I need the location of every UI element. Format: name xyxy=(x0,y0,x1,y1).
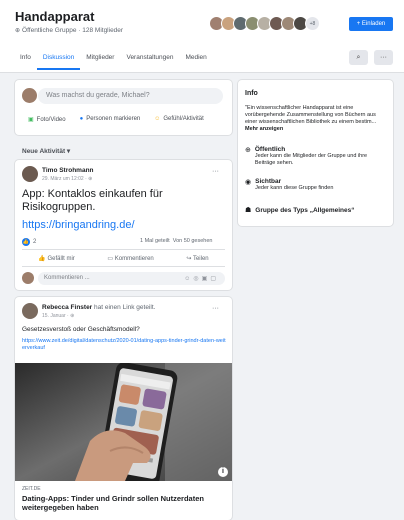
composer-input[interactable]: Was machst du gerade, Michael? xyxy=(38,88,223,104)
post-header-line: Rebecca Finster hat einen Link geteilt. xyxy=(42,304,155,311)
like-button[interactable]: 👍 Gefällt mir xyxy=(38,255,74,262)
tab-diskussion[interactable]: Diskussion xyxy=(36,52,81,70)
people-icon: ● xyxy=(79,116,84,122)
post-options-icon[interactable]: ··· xyxy=(212,168,219,175)
author-avatar[interactable] xyxy=(22,303,38,319)
info-icon[interactable]: i xyxy=(218,467,228,477)
comment-label: Kommentieren xyxy=(114,256,154,262)
group-header: Handapparat ⊕ Öffentliche Gruppe · 128 M… xyxy=(0,0,404,73)
link-headline[interactable]: Dating-Apps: Tinder und Grindr sollen Nu… xyxy=(22,494,227,512)
composer-actions: ▣ Foto/Video ● Personen markieren ☺ Gefühl/… xyxy=(28,116,204,123)
tab-info[interactable]: Info xyxy=(14,52,37,70)
comment-placeholder: Kommentieren ... xyxy=(44,275,90,281)
post-timestamp[interactable]: 29. März um 12:02 · ⊕ xyxy=(42,176,92,182)
avatar xyxy=(22,88,37,103)
info-item-title: Gruppe des Typs „Allgemeines“ xyxy=(255,206,355,214)
group-title: Handapparat xyxy=(15,9,95,24)
photo-icon: ▣ xyxy=(28,117,34,123)
author-avatar[interactable] xyxy=(22,166,38,182)
reaction-count[interactable]: 👍 2 xyxy=(22,238,36,246)
info-item-type: ☗ Gruppe des Typs „Allgemeines“ xyxy=(245,206,355,215)
post-text: Gesetzesverstoß oder Geschäftsmodell? xyxy=(22,326,140,333)
invite-button[interactable]: + Einladen xyxy=(349,17,393,31)
info-heading: Info xyxy=(245,90,258,97)
feeling-button[interactable]: ☺ Gefühl/Aktivität xyxy=(154,116,204,123)
share-button[interactable]: ↪ Teilen xyxy=(186,255,208,262)
photo-video-label: Foto/Video xyxy=(36,117,66,123)
comment-input[interactable]: Kommentieren ... ☺◎▣▢ xyxy=(38,272,225,285)
feeling-label: Gefühl/Aktivität xyxy=(163,116,204,122)
post-options-icon[interactable]: ··· xyxy=(212,305,219,312)
post-text: App: Kontaklos einkaufen für Risikogrupp… xyxy=(22,188,163,213)
divider xyxy=(22,249,225,250)
group-icon: ☗ xyxy=(245,207,252,214)
show-more-link[interactable]: Mehr anzeigen xyxy=(245,126,283,132)
group-subtitle-text: Öffentliche Gruppe · 128 Mitglieder xyxy=(22,27,124,34)
post-link[interactable]: https://www.zeit.de/digital/datenschutz/… xyxy=(22,338,227,352)
group-subtitle: ⊕ Öffentliche Gruppe · 128 Mitglieder xyxy=(15,27,123,34)
info-item-visible: ◉ Sichtbar Jeder kann diese Gruppe finde… xyxy=(245,178,387,192)
like-label: Gefällt mir xyxy=(47,256,75,262)
tag-people-button[interactable]: ● Personen markieren xyxy=(80,116,141,123)
info-item-public: ⊕ Öffentlich Jeder kann die Mitglieder d… xyxy=(245,146,387,167)
search-icon: ⌕ xyxy=(356,53,361,61)
globe-icon: ⊕ xyxy=(245,147,251,154)
info-description: "Ein wissenschaftlicher Handapparat ist … xyxy=(245,105,387,133)
more-icon: ··· xyxy=(380,54,387,61)
like-reaction-icon: 👍 xyxy=(22,238,30,246)
tab-veranstaltungen[interactable]: Veranstaltungen xyxy=(120,52,179,70)
post-link[interactable]: https://bringandring.de/ xyxy=(22,219,135,231)
speech-bubble-icon: ▭ xyxy=(107,256,115,262)
share-label: Teilen xyxy=(192,256,209,262)
photo-video-button[interactable]: ▣ Foto/Video xyxy=(28,116,66,123)
tag-people-label: Personen markieren xyxy=(86,116,141,122)
info-item-desc: Jeder kann diese Gruppe finden xyxy=(255,185,334,191)
link-preview-image[interactable]: i xyxy=(15,363,232,481)
tab-mitglieder[interactable]: Mitglieder xyxy=(80,52,120,70)
search-button[interactable]: ⌕ xyxy=(349,50,368,65)
post-stats[interactable]: 1 Mal geteilt Von 50 gesehen xyxy=(140,238,212,244)
post-activity-text: hat einen Link geteilt. xyxy=(92,304,156,311)
info-item-title: Sichtbar xyxy=(255,178,282,185)
post-author[interactable]: Rebecca Finster xyxy=(42,304,92,311)
divider xyxy=(22,266,225,267)
phone-in-hand-image xyxy=(15,363,232,481)
member-avatars[interactable]: +8 xyxy=(209,16,320,31)
group-tabs: Info Diskussion Mitglieder Veranstaltung… xyxy=(14,52,213,70)
eye-icon: ◉ xyxy=(245,179,252,186)
avatar xyxy=(22,272,34,284)
comment-tool-icons[interactable]: ☺◎▣▢ xyxy=(184,275,219,282)
link-source: ZEIT.DE xyxy=(22,486,41,492)
post-timestamp[interactable]: 15. Januar · ⊕ xyxy=(42,313,74,319)
tab-medien[interactable]: Medien xyxy=(179,52,212,70)
more-options-button[interactable]: ··· xyxy=(374,50,393,65)
reaction-count-value: 2 xyxy=(33,239,37,245)
post-action-bar: 👍 Gefällt mir ▭ Kommentieren ↪ Teilen xyxy=(22,255,225,262)
more-members-badge[interactable]: +8 xyxy=(305,16,320,31)
share-arrow-icon: ↪ xyxy=(186,256,193,262)
info-item-title: Öffentlich xyxy=(254,146,286,153)
smiley-icon: ☺ xyxy=(154,116,161,122)
feed-sort-dropdown[interactable]: Neue Aktivität ▾ xyxy=(22,147,70,155)
info-description-text: "Ein wissenschaftlicher Handapparat ist … xyxy=(245,105,377,125)
info-item-desc: Jeder kann die Mitglieder der Gruppe und… xyxy=(254,153,368,166)
post-author[interactable]: Timo Strohmann xyxy=(42,167,94,174)
comment-button[interactable]: ▭ Kommentieren xyxy=(107,255,153,262)
globe-icon: ⊕ xyxy=(15,28,21,34)
